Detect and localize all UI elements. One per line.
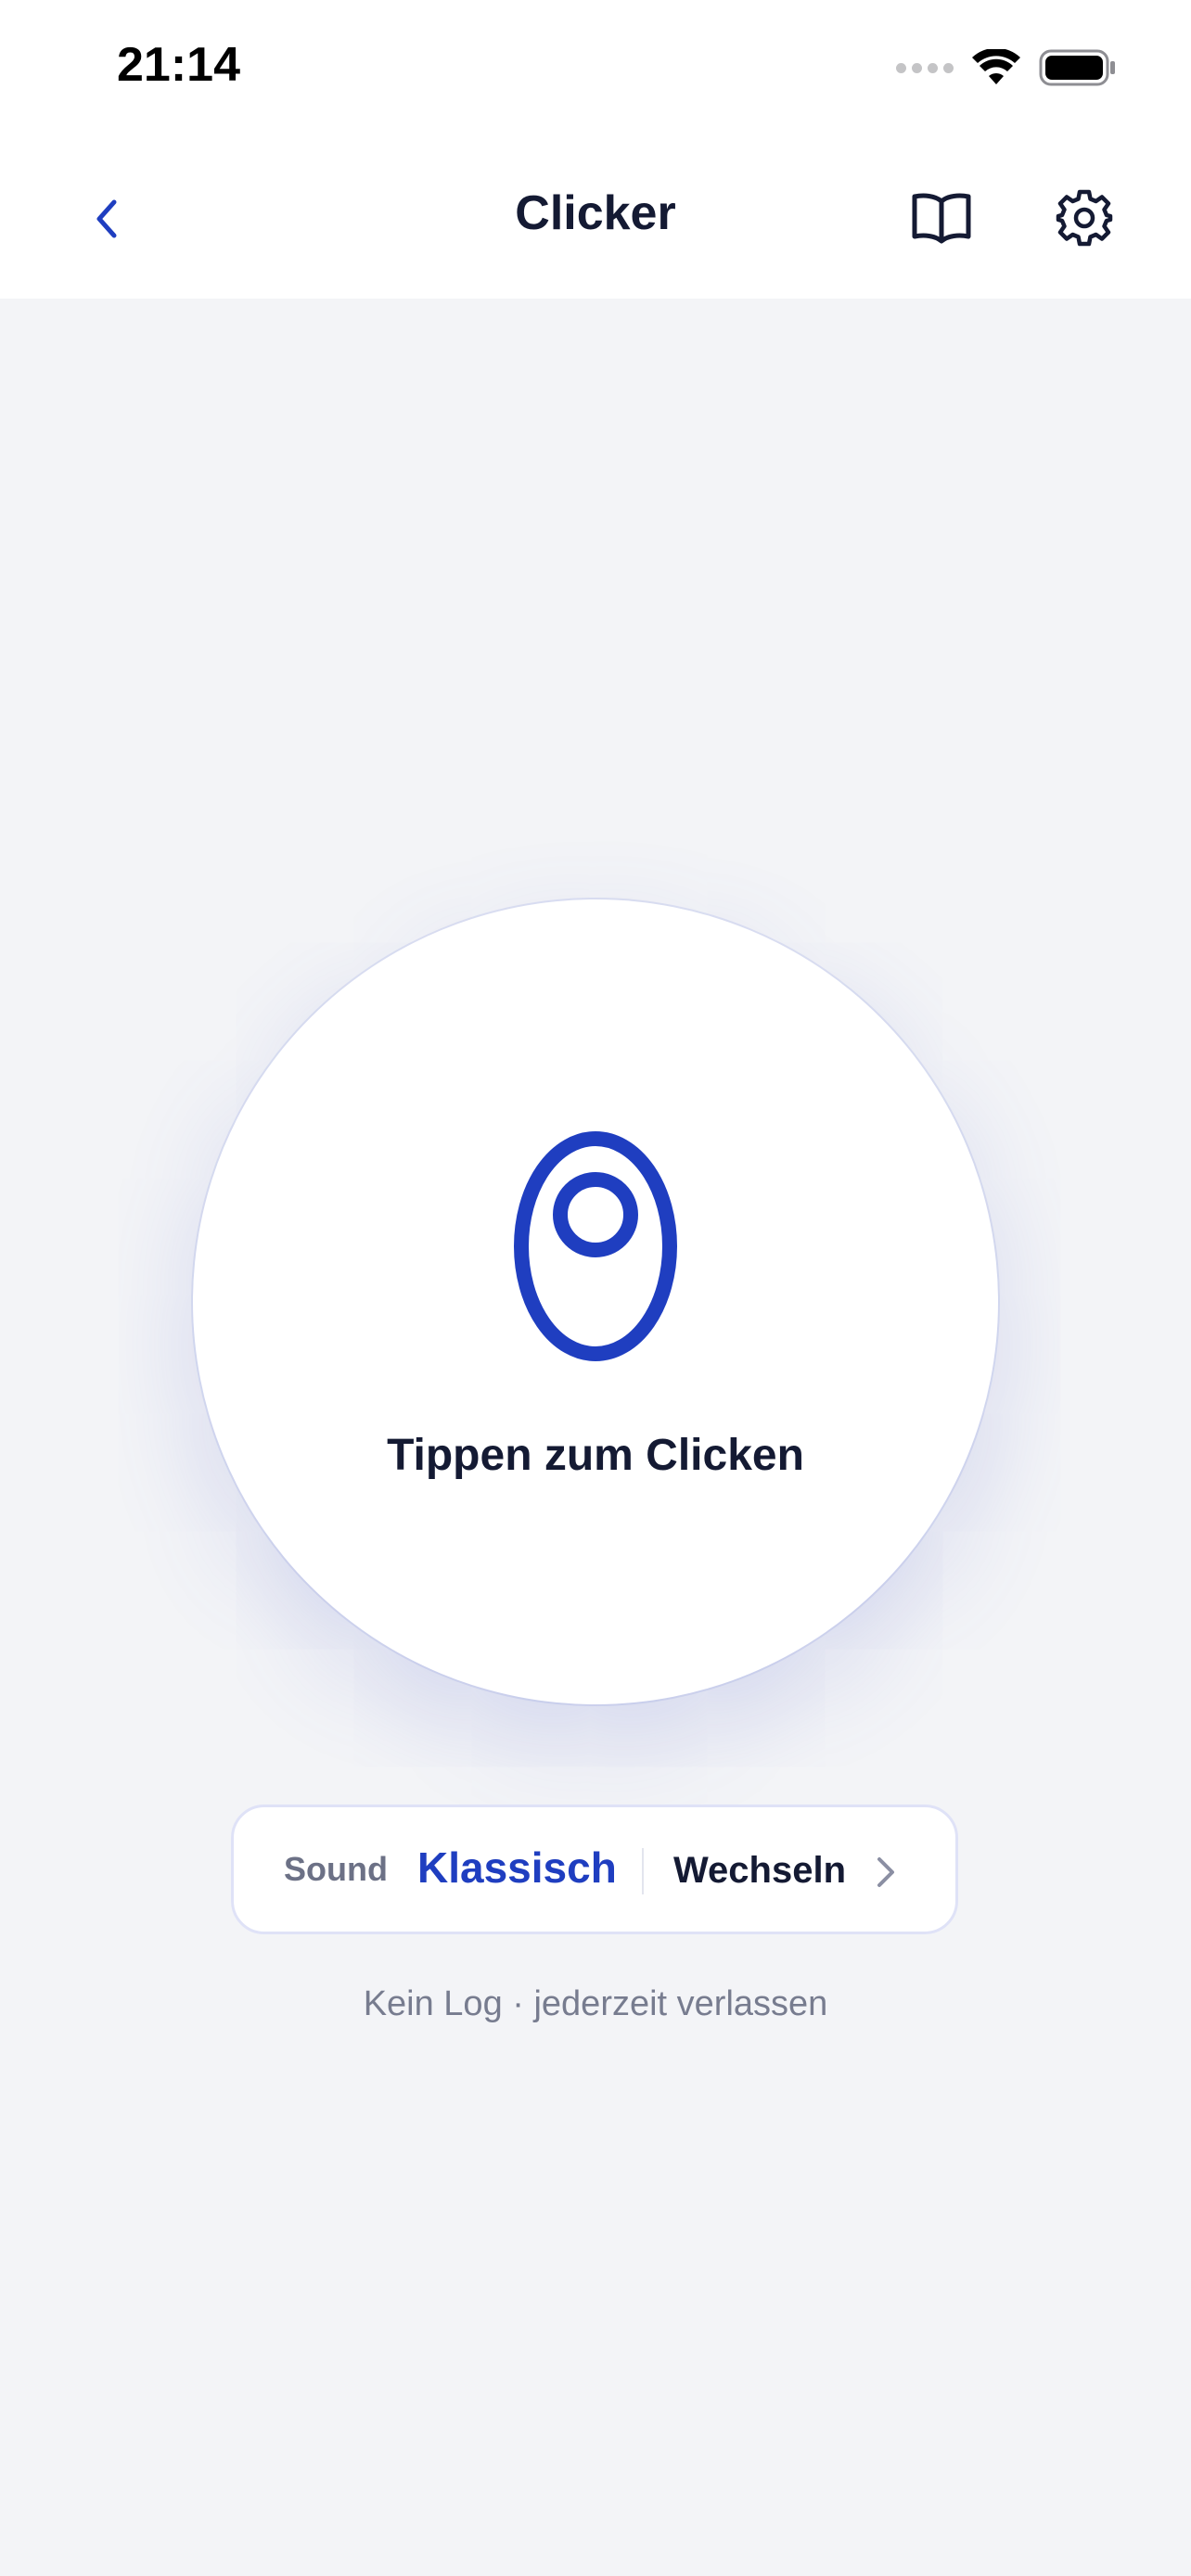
sound-value: Klassisch	[417, 1843, 617, 1892]
status-time: 21:14	[117, 38, 240, 92]
footer-note: Kein Log · jederzeit verlassen	[363, 1984, 828, 2023]
battery-icon	[1039, 49, 1115, 86]
clicker-icon	[514, 1131, 677, 1361]
clicker-label: Tippen zum Clicken	[387, 1431, 804, 1480]
clicker-screen: 21:14 Clicker Tippen zum Clicken Sound K…	[0, 0, 1191, 2576]
status-icons	[896, 45, 1117, 91]
status-bar: 21:14	[0, 0, 1191, 139]
sound-selector[interactable]: Sound Klassisch Wechseln	[231, 1804, 958, 1934]
settings-button[interactable]	[1043, 176, 1126, 260]
switch-sound-button[interactable]: Wechseln	[673, 1850, 846, 1892]
navigation-bar: Clicker	[0, 139, 1191, 299]
wifi-icon	[972, 49, 1020, 84]
guide-button[interactable]	[900, 176, 983, 260]
clicker-button[interactable]: Tippen zum Clicken	[193, 899, 998, 1704]
page-title: Clicker	[515, 186, 676, 240]
gear-icon	[1056, 189, 1113, 247]
sound-label: Sound	[284, 1850, 388, 1888]
book-open-icon	[912, 193, 971, 244]
signal-dots-icon	[896, 62, 954, 73]
chevron-right-icon	[877, 1857, 894, 1887]
divider	[642, 1848, 644, 1894]
